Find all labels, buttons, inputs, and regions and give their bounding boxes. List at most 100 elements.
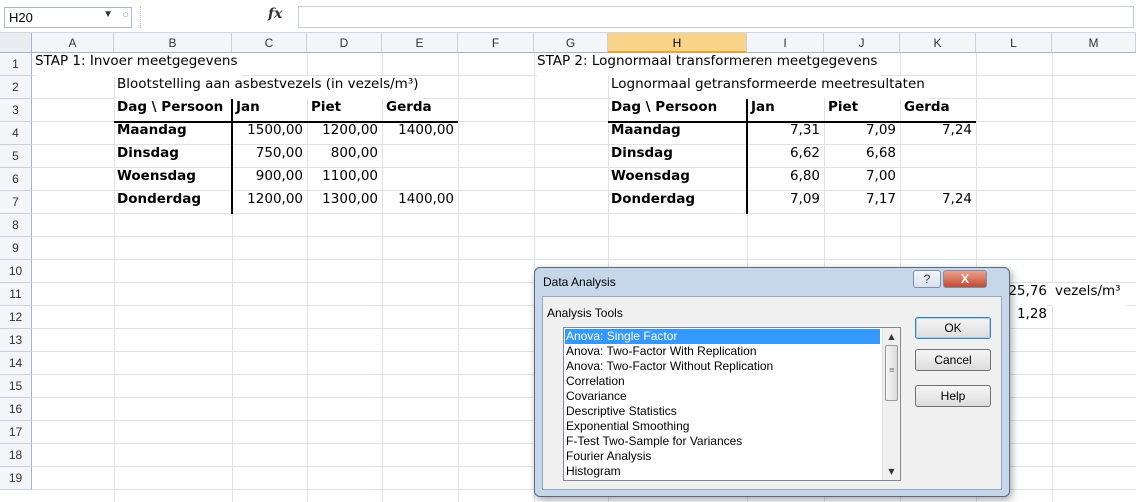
list-item[interactable]: Fourier Analysis <box>565 449 880 464</box>
row-header[interactable]: 10 <box>0 260 32 283</box>
table1-cell[interactable]: 1400,00 <box>382 191 454 214</box>
row-header[interactable]: 12 <box>0 306 32 329</box>
row-header[interactable]: 15 <box>0 375 32 398</box>
column-header-i[interactable]: I <box>747 33 824 53</box>
table1-cell[interactable] <box>382 168 454 191</box>
column-header-a[interactable]: A <box>32 33 114 53</box>
column-header-e[interactable]: E <box>382 33 458 53</box>
list-item[interactable]: Histogram <box>565 464 880 479</box>
table2-cell[interactable]: 7,09 <box>824 122 896 145</box>
table1-cell[interactable]: 900,00 <box>232 168 303 191</box>
column-header-m[interactable]: M <box>1052 33 1136 53</box>
table1-header-day[interactable]: Dag \ Persoon <box>117 99 229 122</box>
row-header[interactable]: 5 <box>0 145 32 168</box>
table2-cell[interactable]: 7,24 <box>900 122 972 145</box>
column-header-b[interactable]: B <box>114 33 232 53</box>
table1-cell[interactable]: 1300,00 <box>307 191 378 214</box>
table2-header-gerda[interactable]: Gerda <box>904 99 972 122</box>
table1-row-label[interactable]: Woensdag <box>117 168 196 191</box>
cell-h2[interactable]: Lognormaal getransformeerde meetresultat… <box>611 76 929 99</box>
table2-row-label[interactable]: Donderdag <box>611 191 695 214</box>
row-header[interactable]: 3 <box>0 99 32 122</box>
row-header[interactable]: 17 <box>0 421 32 444</box>
row-header[interactable]: 6 <box>0 168 32 191</box>
column-header-d[interactable]: D <box>307 33 382 53</box>
column-header-g[interactable]: G <box>534 33 608 53</box>
table1-cell[interactable]: 750,00 <box>232 145 303 168</box>
column-header-j[interactable]: J <box>824 33 900 53</box>
row-header[interactable]: 2 <box>0 76 32 99</box>
cell-m11[interactable]: vezels/m³ <box>1052 283 1127 306</box>
row-header[interactable]: 18 <box>0 444 32 467</box>
list-item[interactable]: Descriptive Statistics <box>565 404 880 419</box>
table1-cell[interactable] <box>382 145 454 168</box>
cell-b2[interactable]: Blootstelling aan asbestvezels (in vezel… <box>117 76 423 99</box>
list-item[interactable]: Anova: Two-Factor Without Replication <box>565 359 880 374</box>
table2-header-day[interactable]: Dag \ Persoon <box>611 99 743 122</box>
table1-cell[interactable]: 1400,00 <box>382 122 454 145</box>
table2-cell[interactable]: 7,00 <box>824 168 896 191</box>
name-box[interactable]: H20 ▼ ○ <box>4 7 132 28</box>
help-icon[interactable]: ? <box>913 270 941 288</box>
table2-header-piet[interactable]: Piet <box>828 99 896 122</box>
row-header[interactable]: 4 <box>0 122 32 145</box>
scroll-down-icon[interactable]: ▼ <box>884 464 899 479</box>
table2-cell[interactable]: 7,17 <box>824 191 896 214</box>
analysis-tools-list[interactable]: Anova: Single Factor Anova: Two-Factor W… <box>563 327 901 481</box>
row-header[interactable]: 13 <box>0 329 32 352</box>
list-item[interactable]: Anova: Single Factor <box>565 329 880 344</box>
table2-cell[interactable] <box>900 168 972 191</box>
formula-input[interactable] <box>298 6 1134 28</box>
table2-header-jan[interactable]: Jan <box>751 99 821 122</box>
table1-cell[interactable]: 1100,00 <box>307 168 378 191</box>
table1-header-piet[interactable]: Piet <box>311 99 379 122</box>
ok-button[interactable]: OK <box>915 317 991 339</box>
cell-g1[interactable]: STAP 2: Lognormaal transformeren meetgeg… <box>537 53 882 76</box>
cancel-button[interactable]: Cancel <box>915 349 991 371</box>
table1-cell[interactable]: 1500,00 <box>232 122 303 145</box>
table2-cell[interactable]: 6,80 <box>748 168 820 191</box>
column-header-l[interactable]: L <box>976 33 1052 53</box>
table2-cell[interactable]: 6,62 <box>748 145 820 168</box>
table2-cell[interactable]: 7,09 <box>748 191 820 214</box>
row-header[interactable]: 7 <box>0 191 32 214</box>
column-header-c[interactable]: C <box>232 33 307 53</box>
help-button[interactable]: Help <box>915 385 991 407</box>
row-header[interactable]: 8 <box>0 214 32 237</box>
row-header[interactable]: 1 <box>0 53 32 76</box>
row-header[interactable]: 19 <box>0 467 32 490</box>
insert-function-icon[interactable]: fx <box>268 6 282 22</box>
table1-row-label[interactable]: Dinsdag <box>117 145 179 168</box>
close-icon[interactable]: X <box>943 270 987 288</box>
list-item[interactable]: Correlation <box>565 374 880 389</box>
table1-cell[interactable]: 1200,00 <box>307 122 378 145</box>
table2-row-label[interactable]: Dinsdag <box>611 145 673 168</box>
scroll-up-icon[interactable]: ▲ <box>884 329 899 344</box>
table2-cell[interactable]: 6,68 <box>824 145 896 168</box>
table1-header-jan[interactable]: Jan <box>236 99 304 122</box>
table2-row-label[interactable]: Woensdag <box>611 168 690 191</box>
column-header-h[interactable]: H <box>608 33 747 53</box>
list-item[interactable]: F-Test Two-Sample for Variances <box>565 434 880 449</box>
column-header-f[interactable]: F <box>458 33 534 53</box>
list-item[interactable]: Covariance <box>565 389 880 404</box>
row-header[interactable]: 16 <box>0 398 32 421</box>
cell-a1[interactable]: STAP 1: Invoer meetgegevens <box>35 53 242 76</box>
list-item[interactable]: Anova: Two-Factor With Replication <box>565 344 880 359</box>
table1-cell[interactable]: 800,00 <box>307 145 378 168</box>
table2-cell[interactable]: 7,24 <box>900 191 972 214</box>
list-scrollbar[interactable]: ▲ ≡ ▼ <box>882 328 900 480</box>
table1-header-gerda[interactable]: Gerda <box>386 99 454 122</box>
row-header[interactable]: 9 <box>0 237 32 260</box>
table1-row-label[interactable]: Donderdag <box>117 191 201 214</box>
row-header[interactable]: 14 <box>0 352 32 375</box>
select-all-corner[interactable] <box>0 33 32 53</box>
column-header-k[interactable]: K <box>900 33 976 53</box>
list-item[interactable]: Exponential Smoothing <box>565 419 880 434</box>
row-header[interactable]: 11 <box>0 283 32 306</box>
table2-cell[interactable] <box>900 145 972 168</box>
table2-row-label[interactable]: Maandag <box>611 122 681 145</box>
table1-row-label[interactable]: Maandag <box>117 122 187 145</box>
chevron-down-icon[interactable]: ▼ <box>103 9 113 20</box>
table1-cell[interactable]: 1200,00 <box>232 191 303 214</box>
